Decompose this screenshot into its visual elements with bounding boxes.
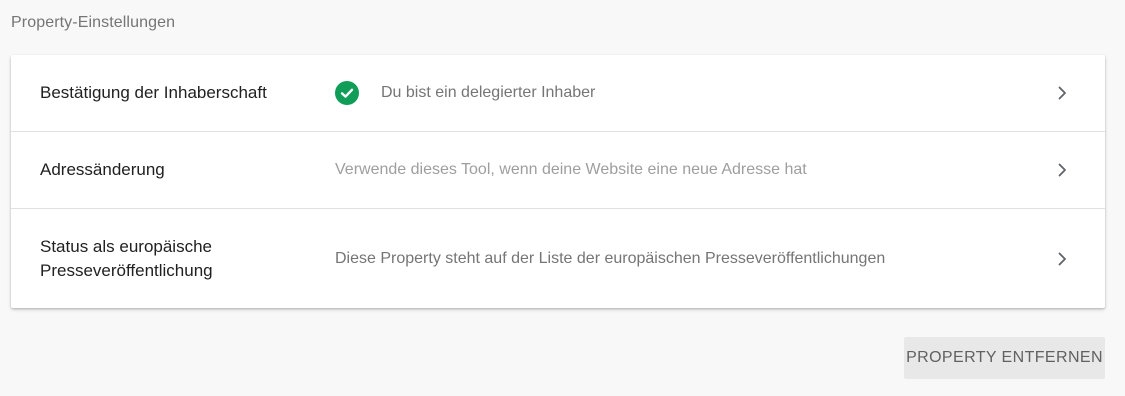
remove-property-button[interactable]: PROPERTY ENTFERNEN — [904, 337, 1105, 379]
row-label: Bestätigung der Inhaberschaft — [40, 83, 267, 102]
row-status: Diese Property steht auf der Liste der e… — [335, 250, 885, 268]
row-status: Du bist ein delegierter Inhaber — [335, 81, 595, 105]
row-status-text: Diese Property steht auf der Liste der e… — [335, 249, 886, 267]
row-ownership-verification[interactable]: Bestätigung der Inhaberschaft Du bist ei… — [11, 55, 1105, 132]
section-title: Property-Einstellungen — [11, 14, 176, 31]
chevron-right-icon — [1058, 252, 1066, 265]
chevron-right-icon — [1058, 163, 1066, 177]
row-status-text: Du bist ein delegierter Inhaber — [381, 84, 596, 101]
row-status: Verwende dieses Tool, wenn deine Website… — [335, 161, 807, 179]
row-change-of-address[interactable]: Adressänderung Verwende dieses Tool, wen… — [11, 132, 1105, 209]
settings-card: Bestätigung der Inhaberschaft Du bist ei… — [11, 55, 1105, 308]
row-european-press-publication[interactable]: Status als europäische Presseveröffentli… — [11, 209, 1105, 308]
chevron-right-icon — [1058, 86, 1066, 100]
check-circle-icon — [335, 81, 359, 105]
row-label: Adressänderung — [40, 160, 165, 179]
property-settings-page: Property-Einstellungen Bestätigung der I… — [0, 0, 1125, 396]
row-status-text: Verwende dieses Tool, wenn deine Website… — [335, 161, 807, 178]
row-label: Status als europäische Presseveröffentli… — [40, 236, 213, 280]
